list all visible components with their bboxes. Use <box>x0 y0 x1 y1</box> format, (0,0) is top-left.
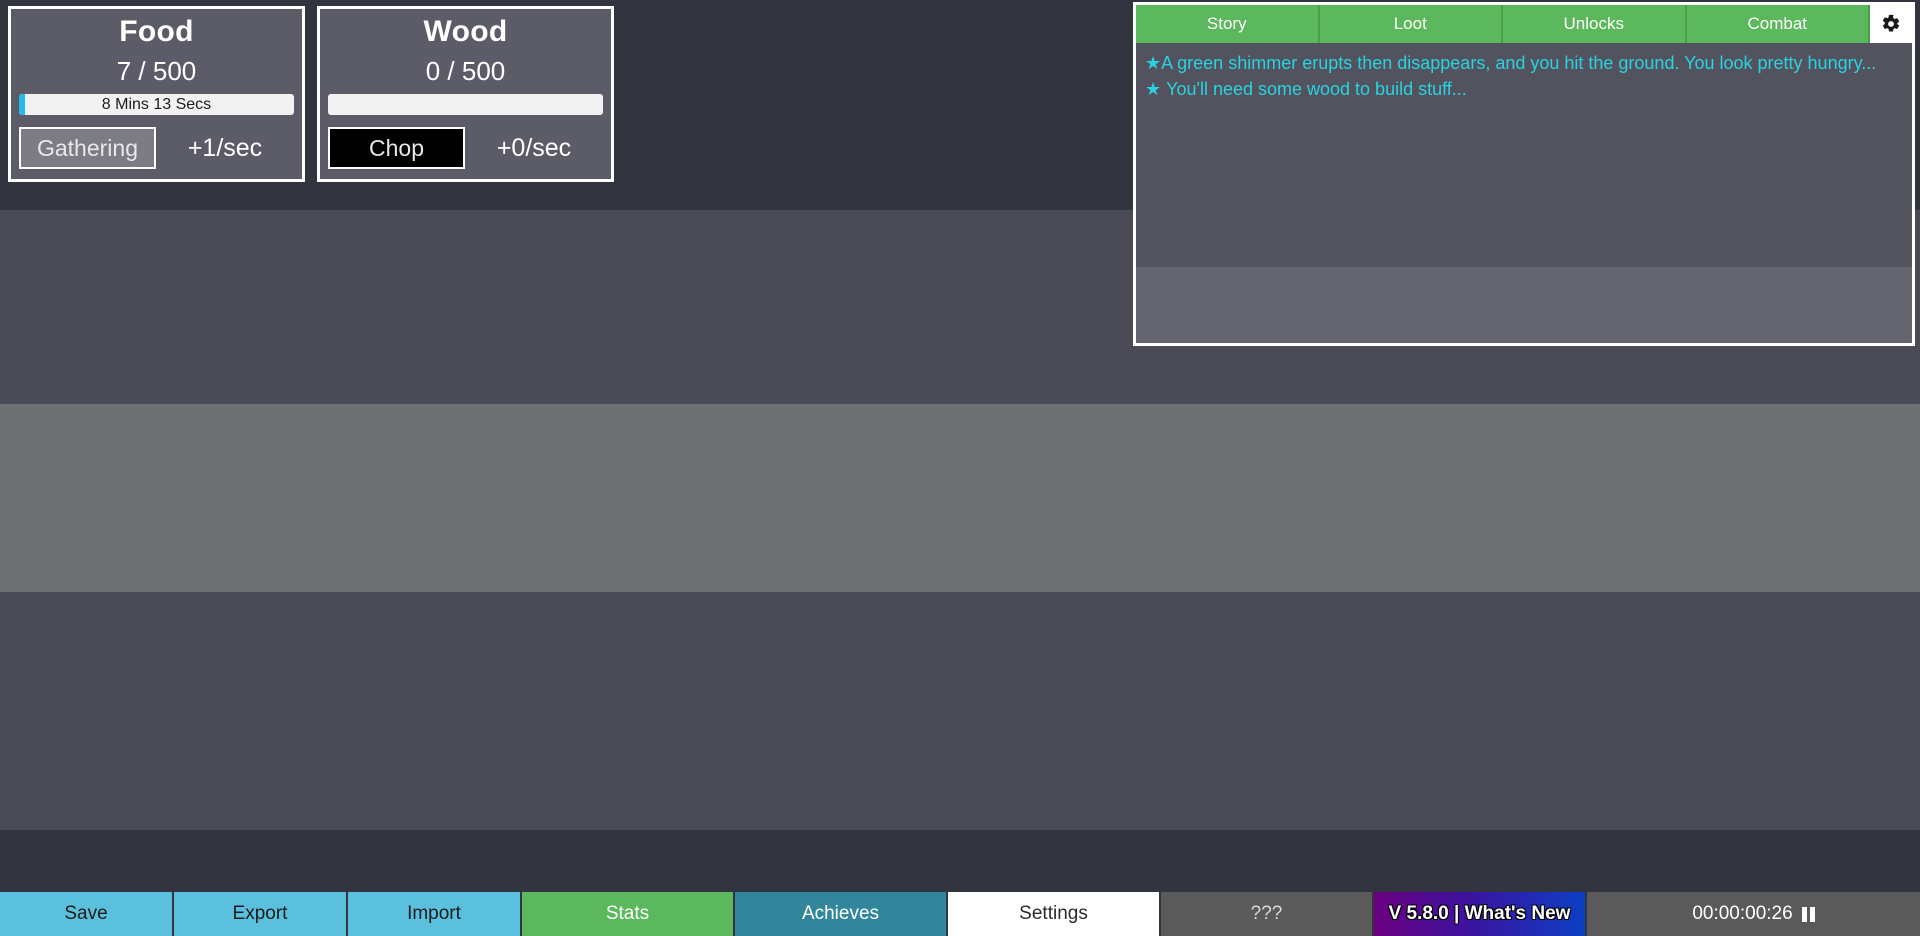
version-whats-new-button[interactable]: V 5.8.0 | What's New <box>1374 892 1587 936</box>
save-button[interactable]: Save <box>0 892 174 936</box>
settings-button[interactable]: Settings <box>948 892 1161 936</box>
export-button[interactable]: Export <box>174 892 348 936</box>
log-message-text: A green shimmer erupts then disappears, … <box>1161 53 1877 73</box>
resource-rate-wood: +0/sec <box>496 133 572 162</box>
gear-icon <box>1881 14 1901 34</box>
timer-value: 00:00:00:26 <box>1692 903 1793 924</box>
chop-wood-button[interactable]: Chop <box>328 127 465 169</box>
resource-progress-bar-wood <box>328 94 603 115</box>
resource-amount-wood: 0 / 500 <box>425 56 506 86</box>
resource-actions-wood: Chop +0/sec <box>328 127 603 169</box>
resource-actions-food: Gathering +1/sec <box>19 127 294 169</box>
background-band-mid-2 <box>0 592 1920 830</box>
resource-card-wood: Wood 0 / 500 Chop +0/sec <box>317 6 614 182</box>
import-button[interactable]: Import <box>348 892 522 936</box>
unknown-button[interactable]: ??? <box>1161 892 1374 936</box>
tab-loot[interactable]: Loot <box>1319 5 1503 43</box>
log-message-text: You'll need some wood to build stuff... <box>1166 79 1467 99</box>
resource-rate-food: +1/sec <box>187 133 263 162</box>
achieves-button[interactable]: Achieves <box>735 892 948 936</box>
resource-progress-label-food: 8 Mins 13 Secs <box>101 96 212 113</box>
resource-progress-bar-food: 8 Mins 13 Secs <box>19 94 294 115</box>
log-message: ★ You'll need some wood to build stuff... <box>1145 76 1903 102</box>
pause-icon[interactable] <box>1801 906 1815 922</box>
resource-name-food: Food <box>119 15 194 48</box>
tab-unlocks[interactable]: Unlocks <box>1503 5 1687 43</box>
log-settings-button[interactable] <box>1870 5 1912 43</box>
resource-name-wood: Wood <box>423 15 508 48</box>
bottom-toolbar: Save Export Import Stats Achieves Settin… <box>0 892 1920 936</box>
resource-card-list: Food 7 / 500 8 Mins 13 Secs Gathering +1… <box>8 6 614 182</box>
star-icon: ★ <box>1145 79 1162 99</box>
log-message-list: ★A green shimmer erupts then disappears,… <box>1136 43 1912 267</box>
session-timer[interactable]: 00:00:00:26 <box>1587 892 1920 936</box>
tab-story[interactable]: Story <box>1136 5 1320 43</box>
gather-food-button[interactable]: Gathering <box>19 127 156 169</box>
log-tab-bar: Story Loot Unlocks Combat <box>1136 5 1912 43</box>
resource-card-food: Food 7 / 500 8 Mins 13 Secs Gathering +1… <box>8 6 305 182</box>
stats-button[interactable]: Stats <box>522 892 735 936</box>
log-panel: Story Loot Unlocks Combat ★A green shimm… <box>1133 2 1915 346</box>
tab-combat[interactable]: Combat <box>1686 5 1870 43</box>
log-message: ★A green shimmer erupts then disappears,… <box>1145 50 1903 76</box>
resource-amount-food: 7 / 500 <box>116 56 197 86</box>
star-icon: ★ <box>1145 53 1162 73</box>
log-panel-lower-area <box>1136 267 1912 343</box>
background-band-light <box>0 404 1920 592</box>
